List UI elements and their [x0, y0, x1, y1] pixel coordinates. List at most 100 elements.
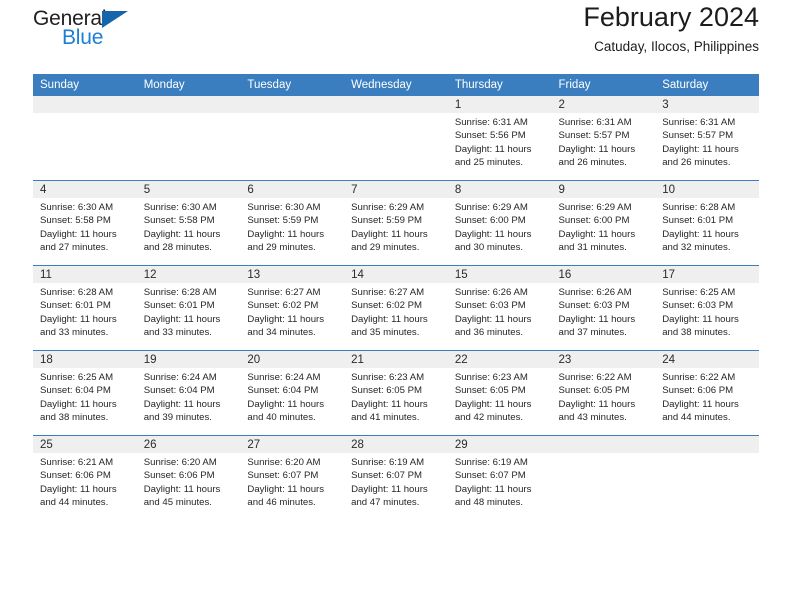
day-number: 27	[240, 436, 345, 453]
calendar-day-cell[interactable]: 7 Sunrise: 6:29 AM Sunset: 5:59 PM Daylight…	[344, 180, 448, 266]
daylight-text-line2: and 35 minutes.	[351, 327, 420, 339]
page-title: February 2024	[583, 2, 759, 32]
day-number: 6	[240, 181, 345, 198]
day-details: Sunrise: 6:22 AM Sunset: 6:06 PM Daylight:…	[655, 368, 759, 425]
day-number: 19	[136, 351, 241, 368]
calendar-day-cell[interactable]: 16 Sunrise: 6:26 AM Sunset: 6:03 PM Dayligh…	[551, 265, 656, 351]
daylight-text-line2: and 28 minutes.	[143, 242, 212, 254]
day-details: Sunrise: 6:26 AM Sunset: 6:03 PM Daylight:…	[448, 283, 552, 340]
day-number: 13	[240, 266, 345, 283]
sunset-text: Sunset: 6:05 PM	[558, 385, 630, 397]
sunset-text: Sunset: 6:06 PM	[143, 470, 215, 482]
daylight-text-line1: Daylight: 11 hours	[143, 313, 221, 325]
sunset-text: Sunset: 6:02 PM	[247, 300, 319, 312]
daylight-text-line2: and 26 minutes.	[662, 157, 731, 169]
daylight-text-line2: and 29 minutes.	[247, 242, 316, 254]
sunset-text: Sunset: 6:06 PM	[40, 470, 111, 482]
day-details: Sunrise: 6:28 AM Sunset: 6:01 PM Daylight:…	[137, 283, 241, 340]
calendar-day-cell[interactable]: 9 Sunrise: 6:29 AM Sunset: 6:00 PM Daylight…	[551, 180, 656, 266]
calendar-day-cell[interactable]: 15 Sunrise: 6:26 AM Sunset: 6:03 PM Dayligh…	[447, 265, 552, 351]
day-number	[344, 96, 448, 113]
sunset-text: Sunset: 5:59 PM	[351, 215, 423, 227]
sunset-text: Sunset: 6:01 PM	[662, 215, 734, 227]
calendar-day-cell[interactable]: 21 Sunrise: 6:23 AM Sunset: 6:05 PM Dayligh…	[344, 350, 448, 436]
sunrise-text: Sunrise: 6:22 AM	[662, 372, 736, 383]
calendar-day-cell[interactable]: 17 Sunrise: 6:25 AM Sunset: 6:03 PM Dayligh…	[655, 265, 759, 351]
daylight-text-line1: Daylight: 11 hours	[143, 398, 221, 410]
sunrise-text: Sunrise: 6:31 AM	[662, 117, 736, 128]
sunset-text: Sunset: 6:04 PM	[40, 385, 111, 397]
daylight-text-line1: Daylight: 11 hours	[247, 313, 325, 325]
calendar-week-row: 1 Sunrise: 6:31 AM Sunset: 5:56 PM Daylight…	[33, 96, 759, 181]
day-details: Sunrise: 6:27 AM Sunset: 6:02 PM Daylight:…	[240, 283, 344, 340]
sunrise-text: Sunrise: 6:29 AM	[558, 202, 632, 213]
calendar-day-cell[interactable]: 2 Sunrise: 6:31 AM Sunset: 5:57 PM Daylight…	[551, 96, 656, 181]
daylight-text-line2: and 46 minutes.	[247, 497, 316, 509]
calendar-day-cell[interactable]: 13 Sunrise: 6:27 AM Sunset: 6:02 PM Dayligh…	[240, 265, 345, 351]
calendar-day-cell[interactable]: 4 Sunrise: 6:30 AM Sunset: 5:58 PM Daylight…	[33, 180, 137, 266]
calendar-day-cell[interactable]: 26 Sunrise: 6:20 AM Sunset: 6:06 PM Dayligh…	[136, 435, 241, 520]
calendar-day-cell[interactable]: 18 Sunrise: 6:25 AM Sunset: 6:04 PM Dayligh…	[33, 350, 137, 436]
calendar-day-cell[interactable]: 3 Sunrise: 6:31 AM Sunset: 5:57 PM Daylight…	[655, 96, 759, 181]
calendar-day-cell[interactable]: 23 Sunrise: 6:22 AM Sunset: 6:05 PM Dayligh…	[551, 350, 656, 436]
day-details: Sunrise: 6:25 AM Sunset: 6:04 PM Daylight:…	[33, 368, 137, 425]
weekday-header-wednesday: Wednesday	[344, 74, 448, 96]
sunset-text: Sunset: 6:00 PM	[558, 215, 630, 227]
daylight-text-line1: Daylight: 11 hours	[454, 228, 532, 240]
sunset-text: Sunset: 6:04 PM	[143, 385, 215, 397]
day-number: 3	[655, 96, 759, 113]
daylight-text-line1: Daylight: 11 hours	[351, 398, 428, 410]
daylight-text-line2: and 26 minutes.	[558, 157, 627, 169]
calendar-day-cell[interactable]: 28 Sunrise: 6:19 AM Sunset: 6:07 PM Dayligh…	[344, 435, 448, 520]
calendar-day-cell[interactable]: 12 Sunrise: 6:28 AM Sunset: 6:01 PM Dayligh…	[136, 265, 241, 351]
day-details: Sunrise: 6:31 AM Sunset: 5:57 PM Daylight:…	[552, 113, 656, 170]
calendar-day-cell[interactable]: 1 Sunrise: 6:31 AM Sunset: 5:56 PM Daylight…	[447, 96, 552, 181]
daylight-text-line2: and 39 minutes.	[143, 412, 212, 424]
calendar-day-cell[interactable]: 11 Sunrise: 6:28 AM Sunset: 6:01 PM Dayligh…	[33, 265, 137, 351]
weekday-header-monday: Monday	[136, 74, 241, 96]
daylight-text-line1: Daylight: 11 hours	[143, 228, 221, 240]
day-details: Sunrise: 6:24 AM Sunset: 6:04 PM Daylight:…	[240, 368, 344, 425]
calendar-body: 1 Sunrise: 6:31 AM Sunset: 5:56 PM Daylight…	[33, 96, 759, 520]
calendar-day-cell[interactable]: 24 Sunrise: 6:22 AM Sunset: 6:06 PM Dayligh…	[655, 350, 759, 436]
day-details: Sunrise: 6:29 AM Sunset: 6:00 PM Daylight:…	[448, 198, 552, 255]
weekday-header-sunday: Sunday	[33, 74, 137, 96]
calendar-day-cell[interactable]: 19 Sunrise: 6:24 AM Sunset: 6:04 PM Dayligh…	[136, 350, 241, 436]
sunrise-text: Sunrise: 6:25 AM	[40, 372, 114, 383]
calendar-day-cell[interactable]: 27 Sunrise: 6:20 AM Sunset: 6:07 PM Dayligh…	[240, 435, 345, 520]
sunset-text: Sunset: 6:07 PM	[247, 470, 319, 482]
calendar-day-cell[interactable]: 20 Sunrise: 6:24 AM Sunset: 6:04 PM Dayligh…	[240, 350, 345, 436]
sunrise-text: Sunrise: 6:30 AM	[143, 202, 217, 213]
calendar-day-cell[interactable]: 22 Sunrise: 6:23 AM Sunset: 6:05 PM Dayligh…	[447, 350, 552, 436]
calendar-day-cell[interactable]: 8 Sunrise: 6:29 AM Sunset: 6:00 PM Daylight…	[447, 180, 552, 266]
daylight-text-line1: Daylight: 11 hours	[558, 143, 636, 155]
calendar-cell-empty	[655, 435, 759, 520]
day-number: 15	[447, 266, 552, 283]
calendar-day-cell[interactable]: 6 Sunrise: 6:30 AM Sunset: 5:59 PM Daylight…	[240, 180, 345, 266]
daylight-text-line2: and 44 minutes.	[662, 412, 731, 424]
day-details: Sunrise: 6:20 AM Sunset: 6:06 PM Daylight:…	[137, 453, 241, 510]
weekday-header-row: Sunday Monday Tuesday Wednesday Thursday…	[33, 74, 759, 96]
calendar-day-cell[interactable]: 5 Sunrise: 6:30 AM Sunset: 5:58 PM Daylight…	[136, 180, 241, 266]
calendar-week-row: 18 Sunrise: 6:25 AM Sunset: 6:04 PM Dayligh…	[33, 350, 759, 436]
calendar-day-cell[interactable]: 14 Sunrise: 6:27 AM Sunset: 6:02 PM Dayligh…	[344, 265, 448, 351]
sunset-text: Sunset: 5:57 PM	[662, 130, 734, 142]
sunrise-text: Sunrise: 6:20 AM	[143, 457, 217, 468]
daylight-text-line1: Daylight: 11 hours	[247, 228, 325, 240]
daylight-text-line2: and 44 minutes.	[40, 497, 109, 509]
sunrise-text: Sunrise: 6:25 AM	[662, 287, 736, 298]
sunrise-text: Sunrise: 6:28 AM	[40, 287, 114, 298]
calendar-day-cell[interactable]: 29 Sunrise: 6:19 AM Sunset: 6:07 PM Dayligh…	[447, 435, 552, 520]
day-number: 28	[344, 436, 448, 453]
page-subtitle: Catuday, Ilocos, Philippines	[594, 39, 759, 55]
daylight-text-line1: Daylight: 11 hours	[454, 313, 532, 325]
day-number	[551, 436, 656, 453]
sunrise-text: Sunrise: 6:19 AM	[454, 457, 528, 468]
calendar-day-cell[interactable]: 25 Sunrise: 6:21 AM Sunset: 6:06 PM Dayligh…	[33, 435, 137, 520]
day-details: Sunrise: 6:31 AM Sunset: 5:57 PM Daylight:…	[655, 113, 759, 170]
sunrise-text: Sunrise: 6:27 AM	[247, 287, 321, 298]
brand-logo[interactable]: General Blue	[33, 8, 165, 60]
calendar-week-row: 25 Sunrise: 6:21 AM Sunset: 6:06 PM Dayligh…	[33, 435, 759, 520]
day-details: Sunrise: 6:19 AM Sunset: 6:07 PM Daylight:…	[448, 453, 552, 510]
calendar-day-cell[interactable]: 10 Sunrise: 6:28 AM Sunset: 6:01 PM Dayligh…	[655, 180, 759, 266]
